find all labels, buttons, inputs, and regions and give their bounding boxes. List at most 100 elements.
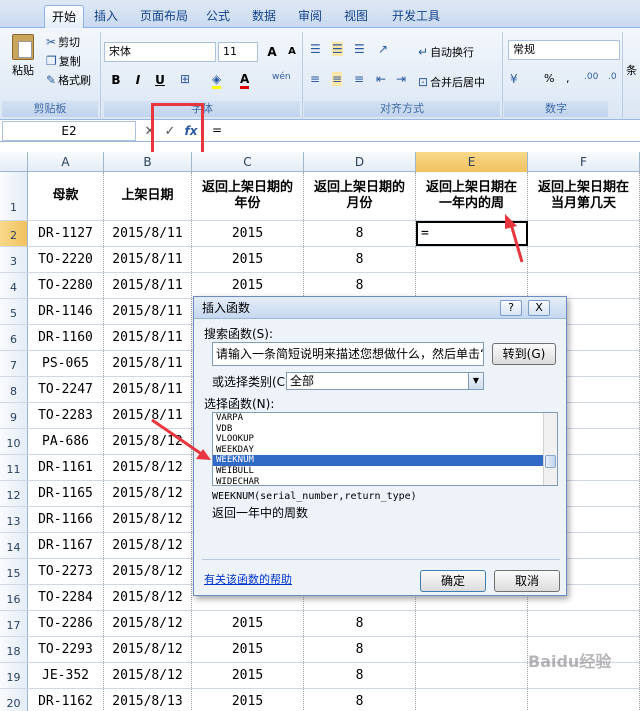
column-header-b[interactable]: B: [104, 152, 192, 172]
cut-button[interactable]: ✂ 剪切: [46, 34, 80, 50]
row-header[interactable]: 14: [0, 533, 28, 558]
merge-center-button[interactable]: ⊡ 合并后居中: [418, 74, 485, 90]
row-header[interactable]: 4: [0, 273, 28, 298]
row-header[interactable]: 20: [0, 689, 28, 711]
column-title-cell[interactable]: 返回上架日期在 一年内的周: [416, 172, 528, 220]
cell-A4[interactable]: TO-2280: [28, 273, 104, 298]
cell-E20[interactable]: [416, 689, 528, 711]
cell-A3[interactable]: TO-2220: [28, 247, 104, 272]
row-header[interactable]: 18: [0, 637, 28, 662]
align-middle-button[interactable]: ☰: [332, 42, 343, 56]
cell-B5[interactable]: 2015/8/11: [104, 299, 192, 324]
ok-button[interactable]: 确定: [420, 570, 486, 592]
underline-button[interactable]: U: [150, 70, 170, 90]
cell-D18[interactable]: 8: [304, 637, 416, 662]
column-header-d[interactable]: D: [304, 152, 416, 172]
row-header[interactable]: 16: [0, 585, 28, 610]
function-list-item[interactable]: WEIBULL: [213, 466, 557, 477]
cell-E19[interactable]: [416, 663, 528, 688]
cell-A20[interactable]: DR-1162: [28, 689, 104, 711]
font-grow-button[interactable]: A: [262, 42, 282, 62]
tab-view[interactable]: 视图: [338, 5, 374, 28]
tab-developer[interactable]: 开发工具: [386, 5, 446, 28]
cell-C4[interactable]: 2015: [192, 273, 304, 298]
cell-D3[interactable]: 8: [304, 247, 416, 272]
cell-B16[interactable]: 2015/8/12: [104, 585, 192, 610]
cell-F2[interactable]: [528, 221, 640, 246]
row-header[interactable]: 10: [0, 429, 28, 454]
cell-C17[interactable]: 2015: [192, 611, 304, 636]
cell-A6[interactable]: DR-1160: [28, 325, 104, 350]
cell-A12[interactable]: DR-1165: [28, 481, 104, 506]
function-help-link[interactable]: 有关该函数的帮助: [204, 571, 292, 587]
align-bottom-button[interactable]: ☰: [354, 42, 365, 56]
cell-A15[interactable]: TO-2273: [28, 559, 104, 584]
cell-E17[interactable]: [416, 611, 528, 636]
cell-B7[interactable]: 2015/8/11: [104, 351, 192, 376]
font-color-button[interactable]: A: [240, 72, 250, 89]
row-header[interactable]: 2: [0, 221, 28, 246]
fill-color-button[interactable]: ◈: [212, 72, 222, 89]
cell-E18[interactable]: [416, 637, 528, 662]
column-title-cell[interactable]: 上架日期: [104, 172, 192, 220]
row-header[interactable]: 7: [0, 351, 28, 376]
row-header[interactable]: 12: [0, 481, 28, 506]
column-title-cell[interactable]: 返回上架日期在 当月第几天: [528, 172, 640, 220]
row-header[interactable]: 19: [0, 663, 28, 688]
tab-formulas[interactable]: 公式: [200, 5, 236, 28]
row-header[interactable]: 15: [0, 559, 28, 584]
row-header[interactable]: 3: [0, 247, 28, 272]
cell-B6[interactable]: 2015/8/11: [104, 325, 192, 350]
copy-button[interactable]: ❐ 复制: [46, 53, 81, 69]
cell-E3[interactable]: [416, 247, 528, 272]
decrease-decimal-button[interactable]: .0: [608, 72, 617, 82]
function-list-item[interactable]: VLOOKUP: [213, 434, 557, 445]
function-list-item[interactable]: VDB: [213, 424, 557, 435]
cell-F3[interactable]: [528, 247, 640, 272]
cell-A14[interactable]: DR-1167: [28, 533, 104, 558]
cell-E4[interactable]: [416, 273, 528, 298]
row-header[interactable]: 1: [0, 172, 28, 220]
category-select[interactable]: 全部 ▼: [286, 372, 484, 390]
increase-decimal-button[interactable]: .00: [584, 72, 598, 82]
align-top-button[interactable]: ☰: [310, 42, 321, 56]
cell-B20[interactable]: 2015/8/13: [104, 689, 192, 711]
align-left-button[interactable]: ≡: [310, 72, 320, 86]
column-header-c[interactable]: C: [192, 152, 304, 172]
row-header[interactable]: 9: [0, 403, 28, 428]
list-scrollbar[interactable]: [543, 413, 557, 485]
comma-button[interactable]: ,: [566, 72, 570, 85]
column-header-f[interactable]: F: [528, 152, 640, 172]
row-header[interactable]: 6: [0, 325, 28, 350]
row-header[interactable]: 13: [0, 507, 28, 532]
cell-B18[interactable]: 2015/8/12: [104, 637, 192, 662]
cell-E2[interactable]: =: [416, 221, 528, 246]
cell-A18[interactable]: TO-2293: [28, 637, 104, 662]
cell-C3[interactable]: 2015: [192, 247, 304, 272]
function-list-item[interactable]: WEEKNUM: [213, 455, 557, 466]
cell-A5[interactable]: DR-1146: [28, 299, 104, 324]
align-right-button[interactable]: ≡: [354, 72, 364, 86]
column-header-e[interactable]: E: [416, 152, 528, 172]
cell-C19[interactable]: 2015: [192, 663, 304, 688]
function-list-item[interactable]: WEEKDAY: [213, 445, 557, 456]
tab-review[interactable]: 审阅: [292, 5, 328, 28]
row-header[interactable]: 8: [0, 377, 28, 402]
dialog-close-button[interactable]: X: [528, 300, 550, 316]
cell-B4[interactable]: 2015/8/11: [104, 273, 192, 298]
cell-B15[interactable]: 2015/8/12: [104, 559, 192, 584]
cell-D17[interactable]: 8: [304, 611, 416, 636]
cell-A10[interactable]: PA-686: [28, 429, 104, 454]
cell-A2[interactable]: DR-1127: [28, 221, 104, 246]
column-title-cell[interactable]: 返回上架日期的 月份: [304, 172, 416, 220]
cell-F4[interactable]: [528, 273, 640, 298]
percent-button[interactable]: %: [544, 72, 554, 85]
currency-button[interactable]: ¥: [510, 72, 518, 86]
cell-A16[interactable]: TO-2284: [28, 585, 104, 610]
styles-button[interactable]: 条: [626, 62, 637, 78]
tab-page-layout[interactable]: 页面布局: [134, 5, 194, 28]
cell-D20[interactable]: 8: [304, 689, 416, 711]
cell-F20[interactable]: [528, 689, 640, 711]
paste-button[interactable]: 粘贴: [8, 34, 38, 78]
tab-home[interactable]: 开始: [44, 5, 84, 28]
